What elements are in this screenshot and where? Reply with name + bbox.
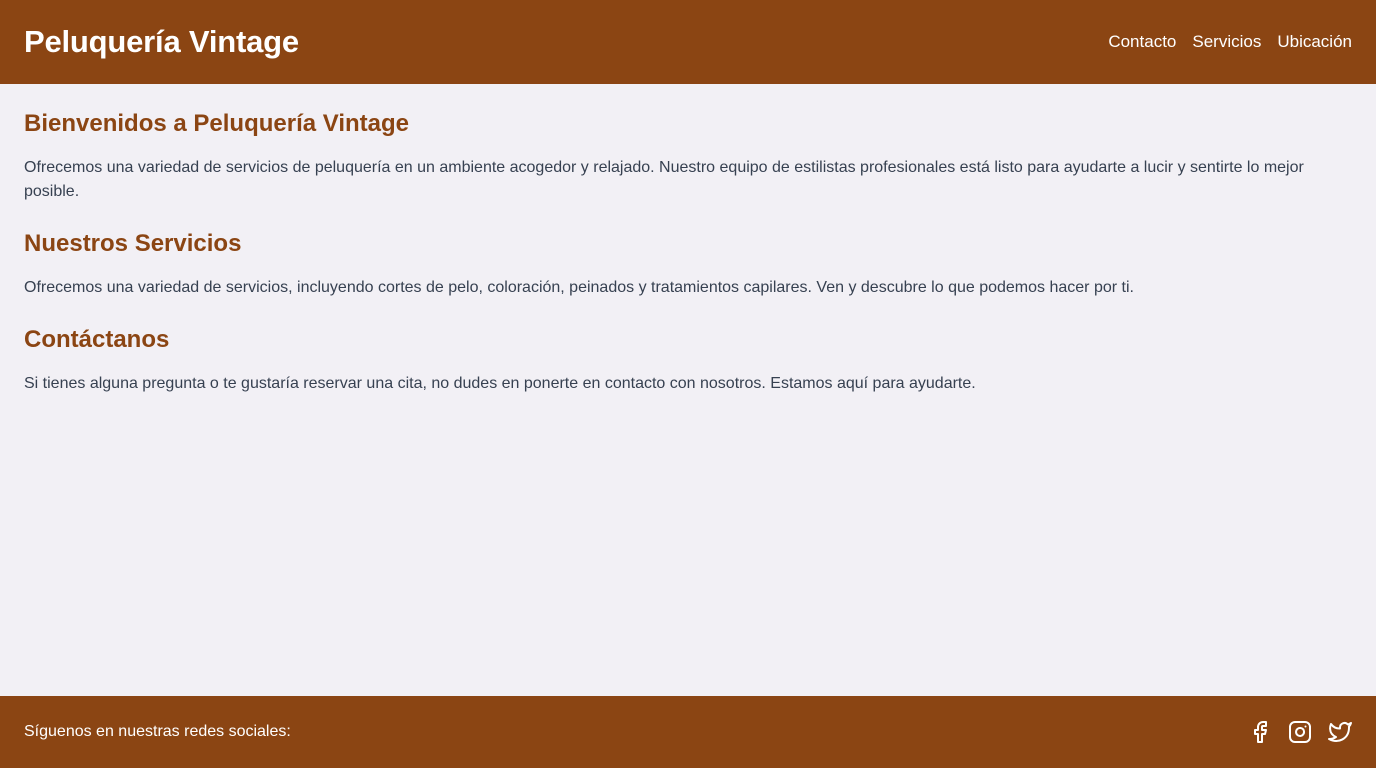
welcome-text: Ofrecemos una variedad de servicios de p… <box>24 159 1304 200</box>
page: Peluquería Vintage Contacto Servicios Ub… <box>0 0 1376 768</box>
twitter-icon <box>1328 722 1352 742</box>
footer-text: Síguenos en nuestras redes sociales: <box>24 723 291 740</box>
site-footer: Síguenos en nuestras redes sociales: <box>0 696 1376 768</box>
services-heading: Nuestros Servicios <box>24 230 242 257</box>
contact-heading: Contáctanos <box>24 326 170 353</box>
instagram-link[interactable] <box>1288 720 1312 744</box>
nav-link-ubicacion[interactable]: Ubicación <box>1277 32 1352 52</box>
nav-link-contacto[interactable]: Contacto <box>1108 32 1176 52</box>
services-section: Nuestros Servicios Ofrecemos una varieda… <box>24 230 1352 300</box>
nav-link-servicios[interactable]: Servicios <box>1192 32 1261 52</box>
site-header: Peluquería Vintage Contacto Servicios Ub… <box>0 0 1376 84</box>
welcome-heading: Bienvenidos a Peluquería Vintage <box>24 110 410 137</box>
contact-section: Contáctanos Si tienes alguna pregunta o … <box>24 326 1352 396</box>
social-links <box>1248 720 1352 744</box>
main-content: Bienvenidos a Peluquería Vintage Ofrecem… <box>0 84 1376 696</box>
welcome-section: Bienvenidos a Peluquería Vintage Ofrecem… <box>24 110 1352 204</box>
site-title: Peluquería Vintage <box>24 24 299 59</box>
facebook-link[interactable] <box>1248 720 1272 744</box>
main-nav: Contacto Servicios Ubicación <box>1108 32 1352 52</box>
instagram-icon <box>1289 721 1311 743</box>
services-text: Ofrecemos una variedad de servicios, inc… <box>24 279 1134 296</box>
contact-text: Si tienes alguna pregunta o te gustaría … <box>24 375 976 392</box>
facebook-icon <box>1254 721 1267 743</box>
twitter-link[interactable] <box>1328 720 1352 744</box>
